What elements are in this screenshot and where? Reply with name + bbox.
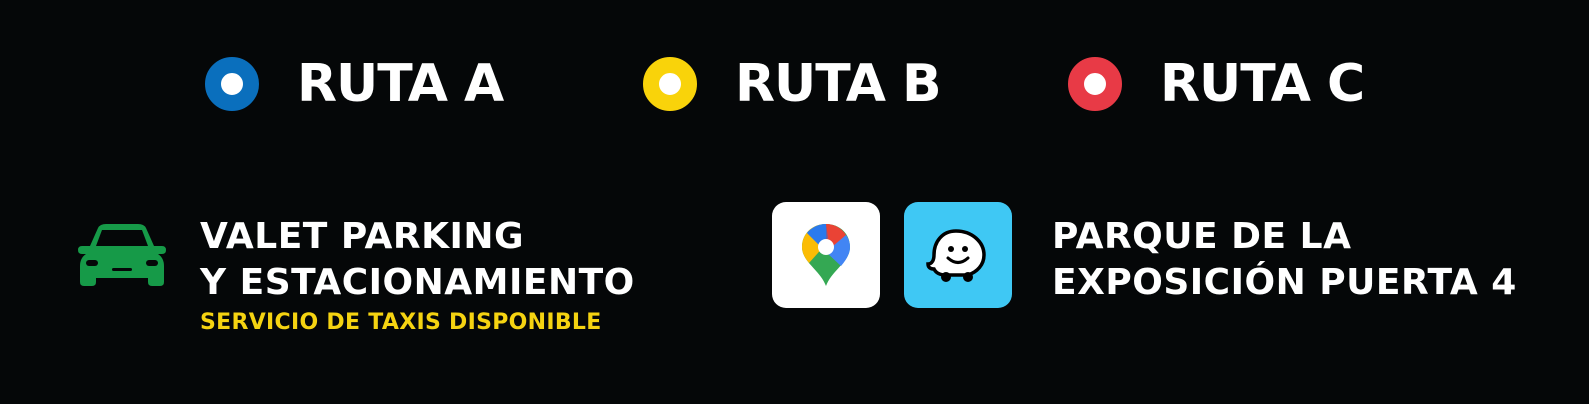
route-b: RUTA B — [643, 52, 942, 116]
route-b-label: RUTA B — [735, 54, 942, 114]
route-c-circle-icon — [1068, 57, 1122, 111]
route-a-circle-icon — [205, 57, 259, 111]
parking-title: VALET PARKING — [200, 216, 525, 257]
route-a-label: RUTA A — [297, 54, 504, 114]
venue-info: PARQUE DE LA EXPOSICIÓN PUERTA 4 — [1052, 214, 1517, 306]
route-c-label: RUTA C — [1160, 54, 1365, 114]
route-a: RUTA A — [205, 52, 504, 116]
parking-info: VALET PARKING Y ESTACIONAMIENTO SERVICIO… — [200, 214, 635, 340]
venue-line-1: PARQUE DE LA — [1052, 216, 1352, 257]
venue-line-2: EXPOSICIÓN PUERTA 4 — [1052, 262, 1517, 303]
taxi-note: SERVICIO DE TAXIS DISPONIBLE — [200, 310, 602, 335]
parking-subtitle: Y ESTACIONAMIENTO — [200, 262, 635, 303]
google-maps-button[interactable] — [772, 202, 880, 308]
waze-button[interactable] — [904, 202, 1012, 308]
car-icon — [78, 224, 166, 286]
route-c: RUTA C — [1068, 52, 1365, 116]
route-b-circle-icon — [643, 57, 697, 111]
waze-icon — [926, 229, 986, 282]
google-maps-icon — [802, 224, 850, 286]
